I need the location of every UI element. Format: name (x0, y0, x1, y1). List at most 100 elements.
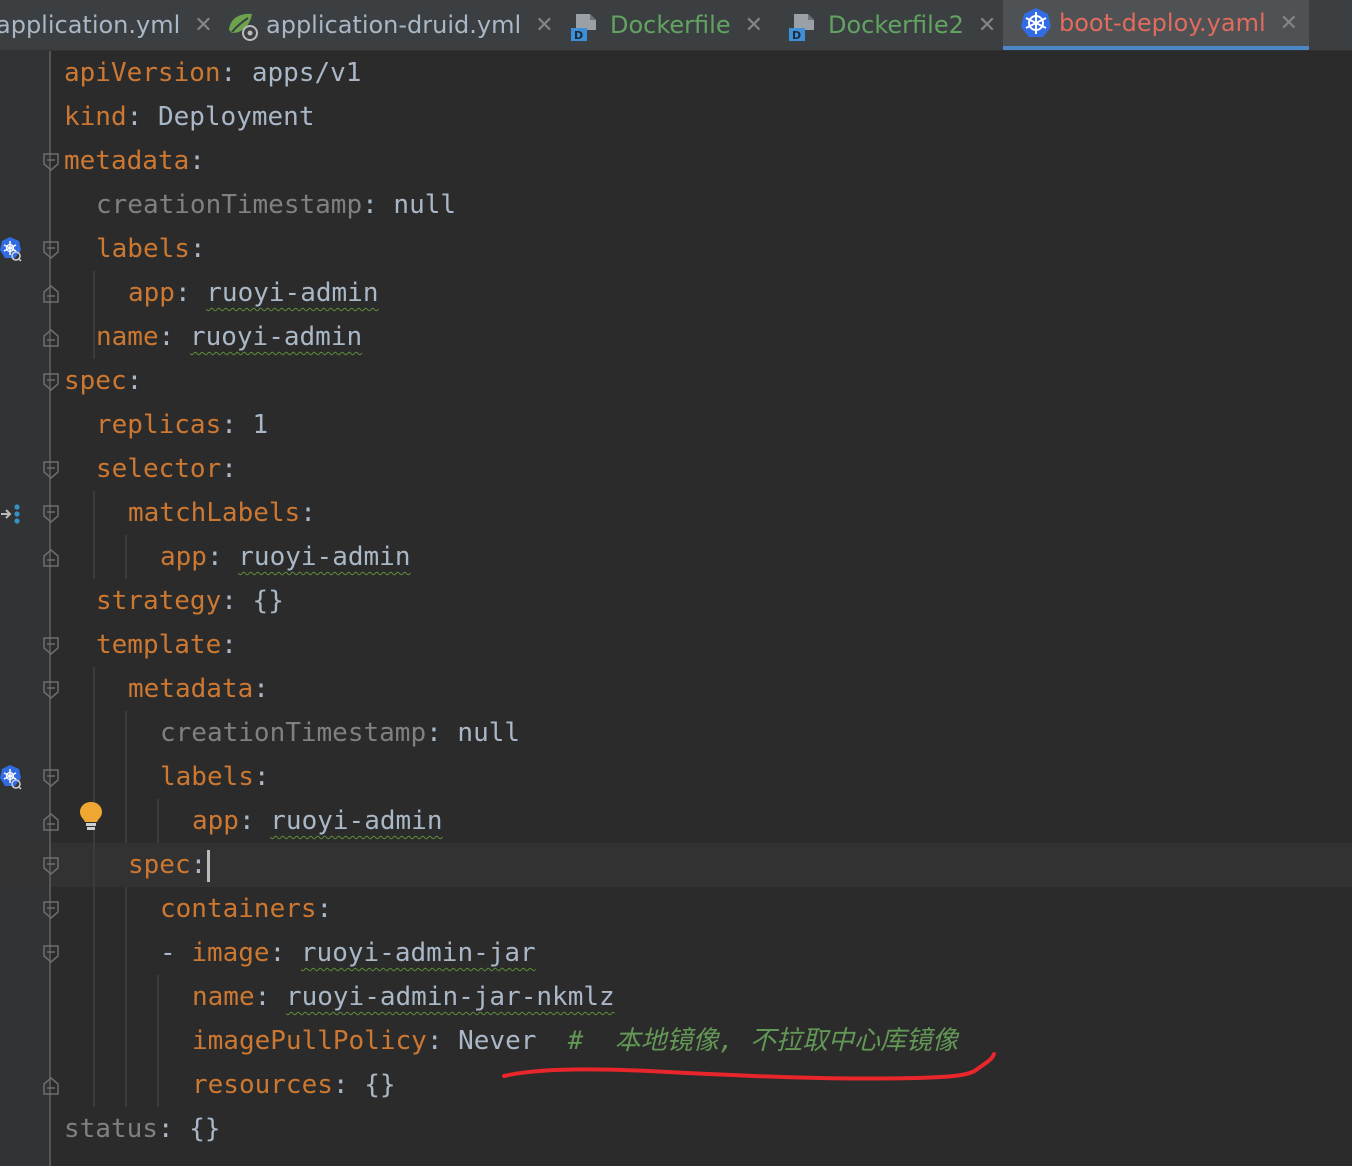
indent-guide (125, 887, 127, 1107)
code-line: resources: {} (192, 1070, 396, 1100)
yaml-key: creationTimestamp (96, 190, 363, 220)
close-icon[interactable]: ✕ (1280, 11, 1298, 36)
yaml-key: metadata (64, 146, 190, 176)
yaml-value: 1 (252, 410, 269, 440)
code-line: metadata: (64, 146, 205, 176)
yaml-key: spec (64, 366, 127, 396)
yaml-key: matchLabels (128, 498, 301, 528)
indent-guide (125, 711, 127, 843)
yaml-value: null (457, 718, 521, 748)
close-icon[interactable]: ✕ (535, 13, 553, 38)
code-line: app: ruoyi-admin (192, 806, 443, 836)
tab-application-yml[interactable]: application.yml ✕ (0, 0, 213, 50)
code-line: name: ruoyi-admin-jar-nkmlz (192, 982, 615, 1012)
tab-application-druid-yml[interactable]: application-druid.yml ✕ (226, 0, 556, 50)
yaml-key: resources (192, 1070, 333, 1100)
spring-yml-icon (229, 13, 258, 41)
code-line: selector: (96, 454, 237, 484)
fold-end-icon[interactable] (42, 812, 60, 832)
yaml-value: apps/v1 (251, 58, 362, 88)
code-line: labels: (160, 762, 270, 792)
code-line: replicas: 1 (96, 410, 269, 440)
yaml-value: {} (364, 1070, 396, 1100)
yaml-key: containers (160, 894, 317, 924)
code-line: creationTimestamp: null (96, 190, 457, 220)
yaml-key: creationTimestamp (160, 718, 427, 748)
yaml-key: spec (128, 850, 191, 880)
yaml-value: ruoyi-admin-jar-nkmlz (285, 982, 615, 1012)
fold-end-icon[interactable] (42, 1076, 60, 1096)
fold-icon[interactable] (42, 856, 60, 876)
yaml-value: Deployment (157, 102, 315, 132)
code-line: metadata: (128, 674, 269, 704)
svg-text:D: D (574, 29, 583, 42)
code-line: matchLabels: (128, 498, 316, 528)
tab-boot-deploy-yaml[interactable]: boot-deploy.yaml ✕ (1003, 0, 1309, 50)
kubernetes-gutter-icon[interactable] (0, 236, 22, 262)
code-line: app: ruoyi-admin (128, 278, 379, 308)
yaml-value: ruoyi-admin (206, 278, 379, 308)
close-icon[interactable]: ✕ (194, 13, 212, 38)
tab-label: Dockerfile (610, 11, 731, 39)
fold-end-icon[interactable] (42, 284, 60, 304)
lightbulb-icon[interactable] (78, 800, 104, 832)
indent-guide (93, 271, 95, 359)
fold-icon[interactable] (42, 768, 60, 788)
indent-guide (93, 667, 95, 1107)
code-line: containers: (160, 894, 333, 924)
fold-icon[interactable] (42, 636, 60, 656)
fold-icon[interactable] (42, 460, 60, 480)
fold-icon[interactable] (42, 504, 60, 524)
fold-icon[interactable] (42, 944, 60, 964)
fold-end-icon[interactable] (42, 548, 60, 568)
code-line: apiVersion: apps/v1 (64, 58, 362, 88)
code-line: - image: ruoyi-admin-jar (160, 938, 536, 968)
tab-dockerfile[interactable]: D Dockerfile ✕ (570, 0, 776, 50)
yaml-key: metadata (128, 674, 254, 704)
yaml-key: name (96, 322, 159, 352)
yaml-value: null (393, 190, 457, 220)
yaml-key: name (192, 982, 255, 1012)
yaml-key: app (128, 278, 175, 308)
yaml-key: labels (96, 234, 190, 264)
code-line: creationTimestamp: null (160, 718, 521, 748)
dockerfile-icon: D (571, 14, 596, 42)
yaml-value: ruoyi-admin (238, 542, 411, 572)
tab-label: application.yml (0, 11, 181, 39)
fold-icon[interactable] (42, 900, 60, 920)
yaml-key: imagePullPolicy (192, 1026, 427, 1056)
yaml-key: image (191, 938, 270, 968)
kubernetes-gutter-icon[interactable] (0, 764, 22, 790)
indent-guide (157, 799, 159, 843)
fold-end-icon[interactable] (42, 328, 60, 348)
yaml-value: ruoyi-admin-jar (300, 938, 536, 968)
code-line: app: ruoyi-admin (160, 542, 411, 572)
ide-window: application.yml ✕ application-druid.yml … (0, 0, 1352, 1166)
tab-label: boot-deploy.yaml (1059, 9, 1266, 37)
gutter-separator (49, 51, 51, 1166)
fold-icon[interactable] (42, 152, 60, 172)
close-icon[interactable]: ✕ (745, 13, 763, 38)
code-line: strategy: {} (96, 586, 284, 616)
yaml-value: {} (252, 586, 284, 616)
annotation-underline (502, 1052, 996, 1081)
close-icon[interactable]: ✕ (978, 13, 996, 38)
yaml-key: app (192, 806, 239, 836)
text-caret (207, 849, 211, 882)
tab-dockerfile2[interactable]: D Dockerfile2 ✕ (788, 0, 1002, 50)
fold-icon[interactable] (42, 240, 60, 260)
yaml-key: app (160, 542, 207, 572)
yaml-key: labels (160, 762, 254, 792)
fold-icon[interactable] (42, 372, 60, 392)
yaml-key: selector (96, 454, 222, 484)
navigate-arrow-icon[interactable] (0, 502, 24, 528)
code-line: kind: Deployment (64, 102, 315, 132)
yaml-value: ruoyi-admin (189, 322, 363, 352)
indent-guide (157, 975, 159, 1107)
code-line-current[interactable]: spec: (128, 843, 211, 887)
yaml-key: status (64, 1114, 158, 1144)
yaml-value: {} (189, 1114, 221, 1144)
fold-icon[interactable] (42, 680, 60, 700)
indent-guide (125, 535, 127, 579)
yaml-key: template (96, 630, 222, 660)
